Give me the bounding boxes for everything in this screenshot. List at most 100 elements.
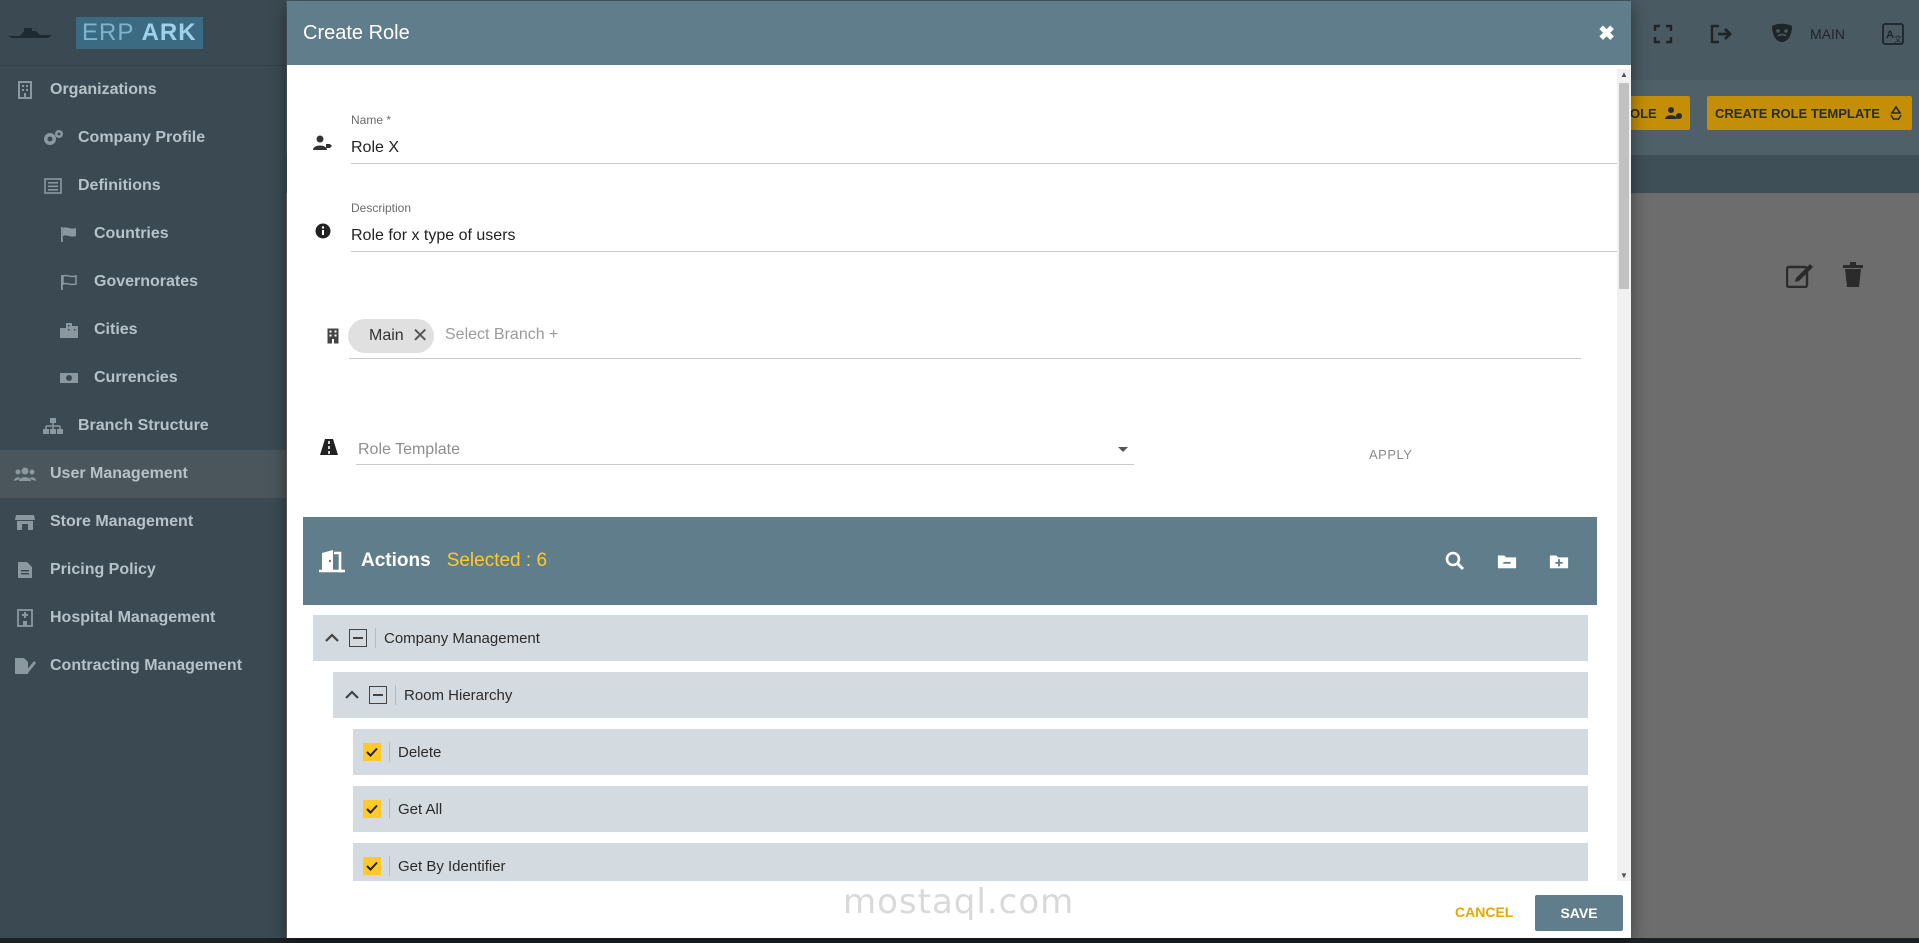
create-role-button[interactable]: OLE <box>1622 96 1690 130</box>
app-logo-text[interactable]: ERP ARK <box>76 16 203 49</box>
remove-chip-icon[interactable]: ✕ <box>412 326 429 346</box>
sidebar-item-store-management[interactable]: Store Management <box>0 498 286 546</box>
scroll-up-icon[interactable]: ▲ <box>1620 70 1628 79</box>
checked-checkbox[interactable] <box>363 800 381 818</box>
row-actions <box>1786 262 1864 288</box>
branch-underline <box>349 358 1581 359</box>
checked-checkbox[interactable] <box>363 743 381 761</box>
logout-icon[interactable] <box>1710 23 1734 45</box>
checked-checkbox[interactable] <box>363 857 381 875</box>
tree-item-label: Get All <box>398 800 443 818</box>
city-icon <box>58 321 80 339</box>
apply-button[interactable]: APPLY <box>1369 447 1412 462</box>
language-icon[interactable]: A文 <box>1881 22 1905 46</box>
sidebar-item-cities[interactable]: Cities <box>0 306 286 354</box>
tree-item-get-all[interactable]: Get All <box>353 786 1588 832</box>
create-role-template-button[interactable]: CREATE ROLE TEMPLATE <box>1707 96 1912 130</box>
sidebar-item-countries[interactable]: Countries <box>0 210 286 258</box>
sidebar-item-label: Contracting Management <box>50 657 243 674</box>
dialog-header: Create Role ✖ <box>287 1 1631 65</box>
fullscreen-icon[interactable] <box>1652 23 1674 45</box>
row-separator <box>375 628 376 648</box>
sidebar-item-company-profile[interactable]: Company Profile <box>0 114 286 162</box>
sidebar-item-label: Governorates <box>94 273 199 290</box>
theater-masks-icon <box>1770 23 1800 45</box>
file-signature-icon <box>14 657 36 675</box>
create-role-template-label: CREATE ROLE TEMPLATE <box>1715 105 1880 121</box>
sidebar-item-contracting-management[interactable]: Contracting Management <box>0 642 286 690</box>
branch-label: MAIN <box>1810 26 1845 42</box>
cancel-button[interactable]: CANCEL <box>1455 904 1513 920</box>
tree-item-label: Get By Identifier <box>398 857 506 875</box>
topbar-tools: MAIN A文 <box>1652 22 1905 46</box>
bottom-strip <box>0 938 1919 943</box>
dialog-scrollbar[interactable]: ▲ ▼ <box>1617 69 1631 881</box>
flag-outline-icon <box>58 273 80 291</box>
edit-icon[interactable] <box>1786 262 1814 288</box>
name-underline <box>351 163 1625 164</box>
sidebar-item-label: Company Profile <box>78 129 206 146</box>
flag-icon <box>58 225 80 243</box>
trash-icon[interactable] <box>1842 262 1864 288</box>
building-icon <box>14 81 36 99</box>
tree-group-label: Company Management <box>384 629 540 647</box>
row-separator <box>389 856 390 876</box>
partial-checkbox[interactable] <box>349 629 367 647</box>
tree-item-label: Delete <box>398 743 442 761</box>
tree-group-room-hierarchy[interactable]: Room Hierarchy <box>333 672 1588 718</box>
sidebar-item-label: Currencies <box>94 369 178 386</box>
role-template-select[interactable]: Role Template <box>356 435 1134 465</box>
close-icon[interactable]: ✖ <box>1598 21 1615 46</box>
sidebar-item-organizations[interactable]: Organizations <box>0 66 286 114</box>
actions-toolbar <box>1445 551 1569 571</box>
sidebar-item-user-management[interactable]: User Management <box>0 450 286 498</box>
list-icon <box>42 177 64 195</box>
sidebar-item-pricing-policy[interactable]: Pricing Policy <box>0 546 286 594</box>
info-icon <box>313 221 333 241</box>
expand-all-folder-icon[interactable] <box>1549 551 1569 571</box>
scroll-down-icon[interactable]: ▼ <box>1620 871 1628 880</box>
money-icon <box>58 369 80 387</box>
road-icon <box>319 437 339 457</box>
scroll-thumb[interactable] <box>1619 83 1629 289</box>
selected-count: Selected : 6 <box>446 550 548 571</box>
description-underline <box>351 251 1625 252</box>
branch-building-icon <box>323 326 343 346</box>
save-button[interactable]: SAVE <box>1535 895 1623 931</box>
hospital-icon <box>14 609 36 627</box>
caret-down-icon <box>1118 447 1128 452</box>
store-icon <box>14 513 36 531</box>
tree-group-label: Room Hierarchy <box>404 686 513 704</box>
create-role-dialog: Create Role ✖ Name * Role X Description … <box>287 1 1631 938</box>
sidebar-item-label: Hospital Management <box>50 609 216 626</box>
tree-item-delete[interactable]: Delete <box>353 729 1588 775</box>
select-branch-input[interactable]: Select Branch + <box>445 326 745 344</box>
gears-icon <box>42 129 64 147</box>
description-label: Description <box>351 201 412 215</box>
chevron-up-icon[interactable] <box>343 686 361 704</box>
chevron-up-icon[interactable] <box>323 629 341 647</box>
partial-checkbox[interactable] <box>369 686 387 704</box>
sidebar-item-definitions[interactable]: Definitions <box>0 162 286 210</box>
name-label: Name * <box>351 113 392 127</box>
sidebar-item-label: User Management <box>50 465 188 482</box>
file-invoice-icon <box>14 561 36 579</box>
sidebar-item-branch-structure[interactable]: Branch Structure <box>0 402 286 450</box>
door-open-icon <box>319 548 345 574</box>
collapse-all-folder-icon[interactable] <box>1497 551 1517 571</box>
sidebar-item-currencies[interactable]: Currencies <box>0 354 286 402</box>
branch-chip-label: Main <box>369 327 404 344</box>
svg-text:文: 文 <box>1894 34 1902 44</box>
branch-selector[interactable]: MAIN <box>1770 23 1845 45</box>
branch-chip-main[interactable]: Main ✕ <box>348 319 435 353</box>
tree-item-get-by-identifier[interactable]: Get By Identifier <box>353 843 1588 881</box>
search-icon[interactable] <box>1445 551 1465 571</box>
role-template-placeholder: Role Template <box>358 440 460 458</box>
description-input[interactable]: Role for x type of users <box>351 227 516 245</box>
sidebar-item-hospital-management[interactable]: Hospital Management <box>0 594 286 642</box>
sidebar-item-governorates[interactable]: Governorates <box>0 258 286 306</box>
sidebar-item-label: Branch Structure <box>78 417 209 434</box>
name-input[interactable]: Role X <box>351 139 399 157</box>
user-cog-icon <box>1664 106 1683 120</box>
tree-group-company-management[interactable]: Company Management <box>313 615 1588 661</box>
